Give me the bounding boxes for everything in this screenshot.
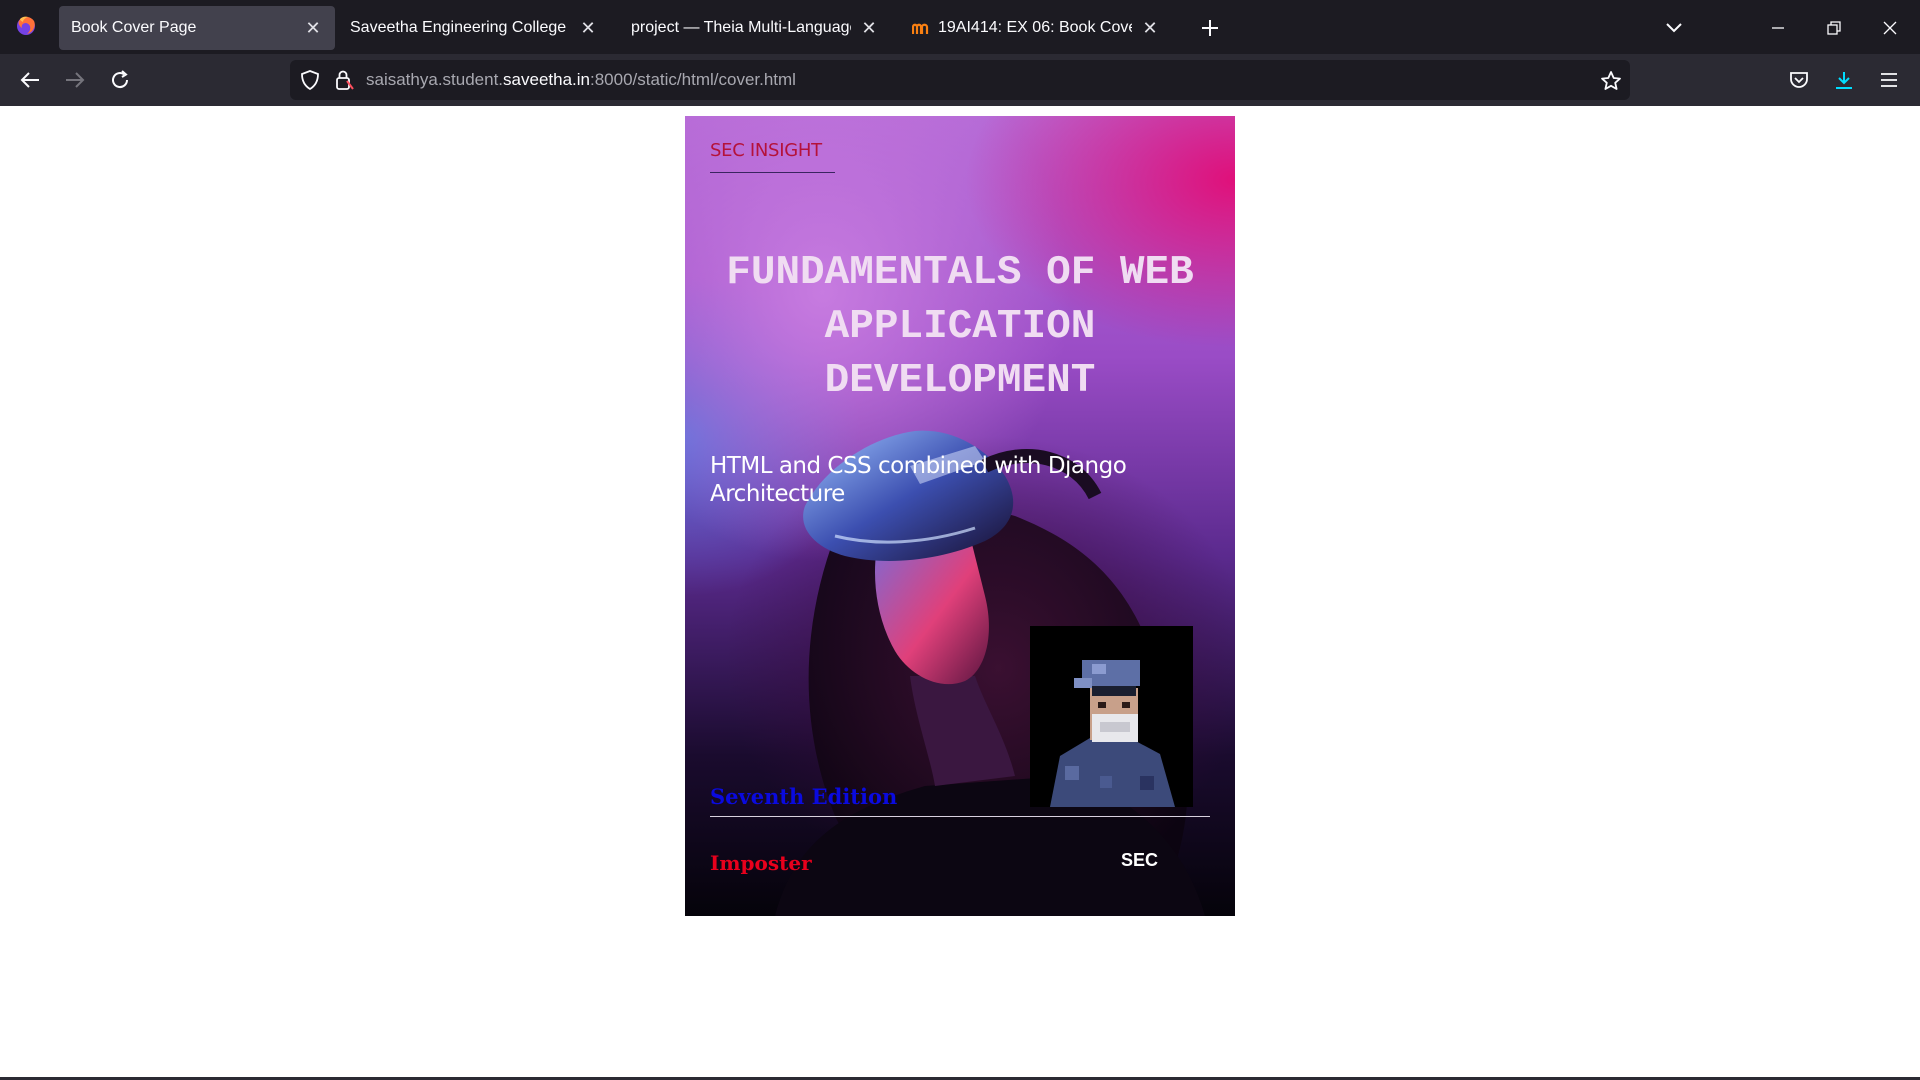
firefox-logo-icon[interactable] [14,13,38,37]
star-icon[interactable] [1600,70,1622,92]
tab-book-cover-page[interactable]: Book Cover Page ✕ [59,6,335,50]
book-title: FUNDAMENTALS OF WEB APPLICATION DEVELOPM… [726,250,1194,404]
forward-arrow-icon [66,72,85,88]
lock-icon[interactable] [334,69,354,91]
address-bar[interactable]: saisathya.student.saveetha.in:8000/stati… [290,60,1630,100]
url-prefix: saisathya.student. [366,70,504,89]
cover-divider [710,816,1210,817]
close-icon[interactable]: ✕ [1138,16,1162,40]
brand-underline [710,172,835,173]
chevron-down-icon [1666,23,1682,33]
url-text[interactable]: saisathya.student.saveetha.in:8000/stati… [366,70,796,90]
minimize-button[interactable] [1756,8,1800,48]
book-publisher: SEC [1121,850,1159,870]
downloads-button[interactable] [1826,62,1862,98]
url-host: saveetha.in [503,70,590,89]
restore-button[interactable] [1812,8,1856,48]
close-window-button[interactable] [1868,8,1912,48]
close-icon[interactable]: ✕ [301,16,325,40]
tab-ex06-book-coverpage[interactable]: 19AI414: EX 06: Book CoverPage ✕ [900,6,1172,50]
book-cover: SEC INSIGHT FUNDAMENTALS OF WEB APPLICAT… [685,116,1235,916]
forward-button[interactable] [57,62,93,98]
back-button[interactable] [12,62,48,98]
browser-titlebar: Book Cover Page ✕ Saveetha Engineering C… [0,0,1920,54]
new-tab-button[interactable] [1194,12,1226,44]
pixelated-portrait-image [1030,626,1193,807]
tab-label: 19AI414: EX 06: Book CoverPage [938,19,1132,36]
shield-icon[interactable] [300,70,320,90]
reload-button[interactable] [102,62,138,98]
navigation-toolbar: saisathya.student.saveetha.in:8000/stati… [0,54,1920,106]
book-author: Imposter [710,851,812,875]
tab-label: Saveetha Engineering College [350,19,567,36]
url-suffix: :8000/static/html/cover.html [589,70,796,89]
brand-name: SEC INSIGHT [710,140,822,161]
reload-icon [112,70,129,89]
pocket-icon [1790,72,1808,88]
pocket-button[interactable] [1781,62,1817,98]
list-all-tabs-button[interactable] [1658,12,1690,44]
hamburger-menu-icon [1881,73,1897,87]
app-menu-button[interactable] [1871,62,1907,98]
book-subtitle: HTML and CSS combined with Django Archit… [710,453,1127,507]
restore-icon [1827,21,1841,35]
tab-saveetha-engineering-college[interactable]: Saveetha Engineering College ✕ [338,6,610,50]
moodle-favicon-icon [912,23,929,34]
download-icon [1836,72,1852,89]
book-edition: Seventh Edition [710,784,898,809]
close-icon[interactable]: ✕ [857,16,881,40]
plus-icon [1202,20,1218,36]
back-arrow-icon [20,72,39,88]
close-icon [1883,21,1897,35]
author-photo [1030,626,1193,807]
close-icon[interactable]: ✕ [576,16,600,40]
tab-label: project — Theia Multi-Language Ex [631,19,851,36]
tab-project-theia[interactable]: project — Theia Multi-Language Ex ✕ [619,6,891,50]
tab-label: Book Cover Page [71,19,197,36]
minimize-icon [1772,27,1784,29]
